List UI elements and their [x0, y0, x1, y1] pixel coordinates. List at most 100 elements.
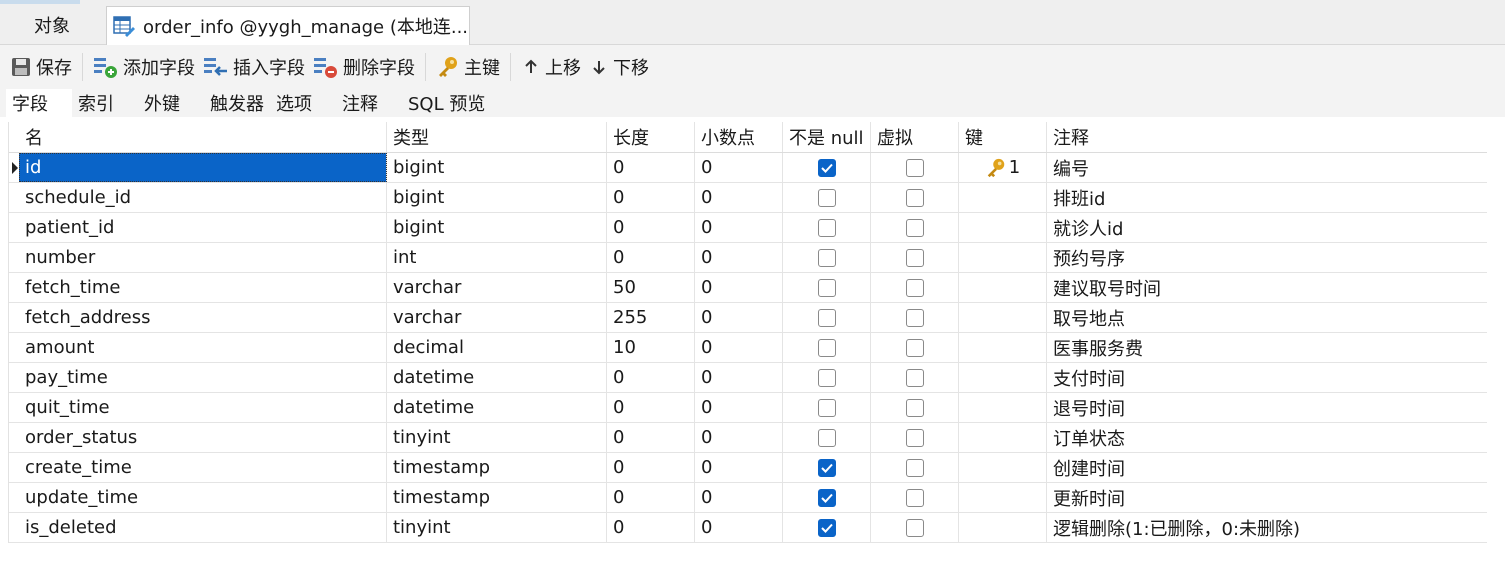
- virtual-checkbox[interactable]: [905, 518, 924, 537]
- cell-type[interactable]: varchar: [387, 273, 607, 302]
- cell-type[interactable]: timestamp: [387, 483, 607, 512]
- cell-name[interactable]: is_deleted: [19, 513, 387, 542]
- cell-length[interactable]: 0: [607, 453, 695, 482]
- tab-objects[interactable]: 对象: [0, 6, 104, 44]
- table-row[interactable]: schedule_id bigint 0 0 排班id: [9, 183, 1487, 213]
- cell-key[interactable]: [959, 423, 1047, 452]
- tab-indexes[interactable]: 索引: [72, 89, 138, 117]
- column-header-not-null[interactable]: 不是 null: [783, 122, 871, 152]
- table-row[interactable]: update_time timestamp 0 0 更新时间: [9, 483, 1487, 513]
- table-row[interactable]: order_status tinyint 0 0 订单状态: [9, 423, 1487, 453]
- not-null-checkbox[interactable]: [817, 278, 836, 297]
- not-null-checkbox[interactable]: [817, 188, 836, 207]
- cell-name[interactable]: amount: [19, 333, 387, 362]
- cell-decimals[interactable]: 0: [695, 333, 783, 362]
- insert-field-button[interactable]: 插入字段: [199, 51, 309, 83]
- table-row[interactable]: fetch_address varchar 255 0 取号地点: [9, 303, 1487, 333]
- cell-comment[interactable]: 预约号序: [1047, 243, 1487, 272]
- not-null-checkbox[interactable]: [817, 218, 836, 237]
- cell-type[interactable]: int: [387, 243, 607, 272]
- cell-key[interactable]: [959, 243, 1047, 272]
- table-row[interactable]: fetch_time varchar 50 0 建议取号时间: [9, 273, 1487, 303]
- cell-length[interactable]: 0: [607, 513, 695, 542]
- cell-decimals[interactable]: 0: [695, 423, 783, 452]
- cell-key[interactable]: [959, 513, 1047, 542]
- cell-key[interactable]: [959, 363, 1047, 392]
- cell-type[interactable]: bigint: [387, 213, 607, 242]
- cell-name[interactable]: quit_time: [19, 393, 387, 422]
- primary-key-button[interactable]: 主键: [432, 51, 504, 83]
- virtual-checkbox[interactable]: [905, 458, 924, 477]
- table-row[interactable]: number int 0 0 预约号序: [9, 243, 1487, 273]
- virtual-checkbox[interactable]: [905, 398, 924, 417]
- cell-decimals[interactable]: 0: [695, 453, 783, 482]
- column-header-comment[interactable]: 注释: [1047, 122, 1487, 152]
- cell-name[interactable]: update_time: [19, 483, 387, 512]
- column-header-virtual[interactable]: 虚拟: [871, 122, 959, 152]
- cell-name[interactable]: order_status: [19, 423, 387, 452]
- cell-type[interactable]: tinyint: [387, 513, 607, 542]
- delete-field-button[interactable]: 删除字段: [309, 51, 419, 83]
- not-null-checkbox[interactable]: [817, 308, 836, 327]
- tab-options[interactable]: 选项: [270, 89, 336, 117]
- cell-type[interactable]: bigint: [387, 183, 607, 212]
- cell-decimals[interactable]: 0: [695, 273, 783, 302]
- cell-key[interactable]: [959, 303, 1047, 332]
- virtual-checkbox[interactable]: [905, 368, 924, 387]
- save-button[interactable]: 保存: [6, 51, 76, 83]
- cell-name[interactable]: number: [19, 243, 387, 272]
- cell-length[interactable]: 0: [607, 213, 695, 242]
- cell-comment[interactable]: 编号: [1047, 153, 1487, 182]
- column-header-length[interactable]: 长度: [607, 122, 695, 152]
- cell-decimals[interactable]: 0: [695, 303, 783, 332]
- not-null-checkbox[interactable]: [817, 458, 836, 477]
- cell-decimals[interactable]: 0: [695, 393, 783, 422]
- cell-key[interactable]: [959, 273, 1047, 302]
- not-null-checkbox[interactable]: [817, 338, 836, 357]
- column-header-decimals[interactable]: 小数点: [695, 122, 783, 152]
- cell-key[interactable]: [959, 393, 1047, 422]
- cell-length[interactable]: 0: [607, 153, 695, 182]
- cell-key[interactable]: [959, 213, 1047, 242]
- cell-key[interactable]: [959, 183, 1047, 212]
- virtual-checkbox[interactable]: [905, 188, 924, 207]
- cell-decimals[interactable]: 0: [695, 183, 783, 212]
- cell-name[interactable]: fetch_address: [19, 303, 387, 332]
- cell-type[interactable]: bigint: [387, 153, 607, 182]
- cell-comment[interactable]: 医事服务费: [1047, 333, 1487, 362]
- cell-comment[interactable]: 排班id: [1047, 183, 1487, 212]
- cell-comment[interactable]: 逻辑删除(1:已删除，0:未删除): [1047, 513, 1487, 542]
- cell-length[interactable]: 0: [607, 423, 695, 452]
- cell-decimals[interactable]: 0: [695, 153, 783, 182]
- cell-decimals[interactable]: 0: [695, 363, 783, 392]
- not-null-checkbox[interactable]: [817, 488, 836, 507]
- tab-triggers[interactable]: 触发器: [204, 89, 270, 117]
- column-header-key[interactable]: 键: [959, 122, 1047, 152]
- cell-length[interactable]: 255: [607, 303, 695, 332]
- cell-decimals[interactable]: 0: [695, 513, 783, 542]
- cell-length[interactable]: 0: [607, 183, 695, 212]
- cell-key[interactable]: [959, 453, 1047, 482]
- virtual-checkbox[interactable]: [905, 308, 924, 327]
- virtual-checkbox[interactable]: [905, 248, 924, 267]
- cell-key[interactable]: 1: [959, 153, 1047, 182]
- virtual-checkbox[interactable]: [905, 278, 924, 297]
- cell-comment[interactable]: 支付时间: [1047, 363, 1487, 392]
- not-null-checkbox[interactable]: [817, 158, 836, 177]
- cell-length[interactable]: 0: [607, 363, 695, 392]
- cell-name[interactable]: schedule_id: [19, 183, 387, 212]
- cell-comment[interactable]: 取号地点: [1047, 303, 1487, 332]
- table-row[interactable]: quit_time datetime 0 0 退号时间: [9, 393, 1487, 423]
- column-header-name[interactable]: 名: [19, 122, 387, 152]
- cell-comment[interactable]: 更新时间: [1047, 483, 1487, 512]
- table-row[interactable]: id bigint 0 0 1 编号: [9, 153, 1487, 183]
- move-up-button[interactable]: 上移: [517, 51, 585, 83]
- tab-table-design[interactable]: order_info @yygh_manage (本地连...: [106, 6, 470, 45]
- cell-type[interactable]: decimal: [387, 333, 607, 362]
- table-row[interactable]: create_time timestamp 0 0 创建时间: [9, 453, 1487, 483]
- cell-type[interactable]: tinyint: [387, 423, 607, 452]
- cell-type[interactable]: datetime: [387, 363, 607, 392]
- cell-key[interactable]: [959, 483, 1047, 512]
- cell-length[interactable]: 50: [607, 273, 695, 302]
- cell-name[interactable]: patient_id: [19, 213, 387, 242]
